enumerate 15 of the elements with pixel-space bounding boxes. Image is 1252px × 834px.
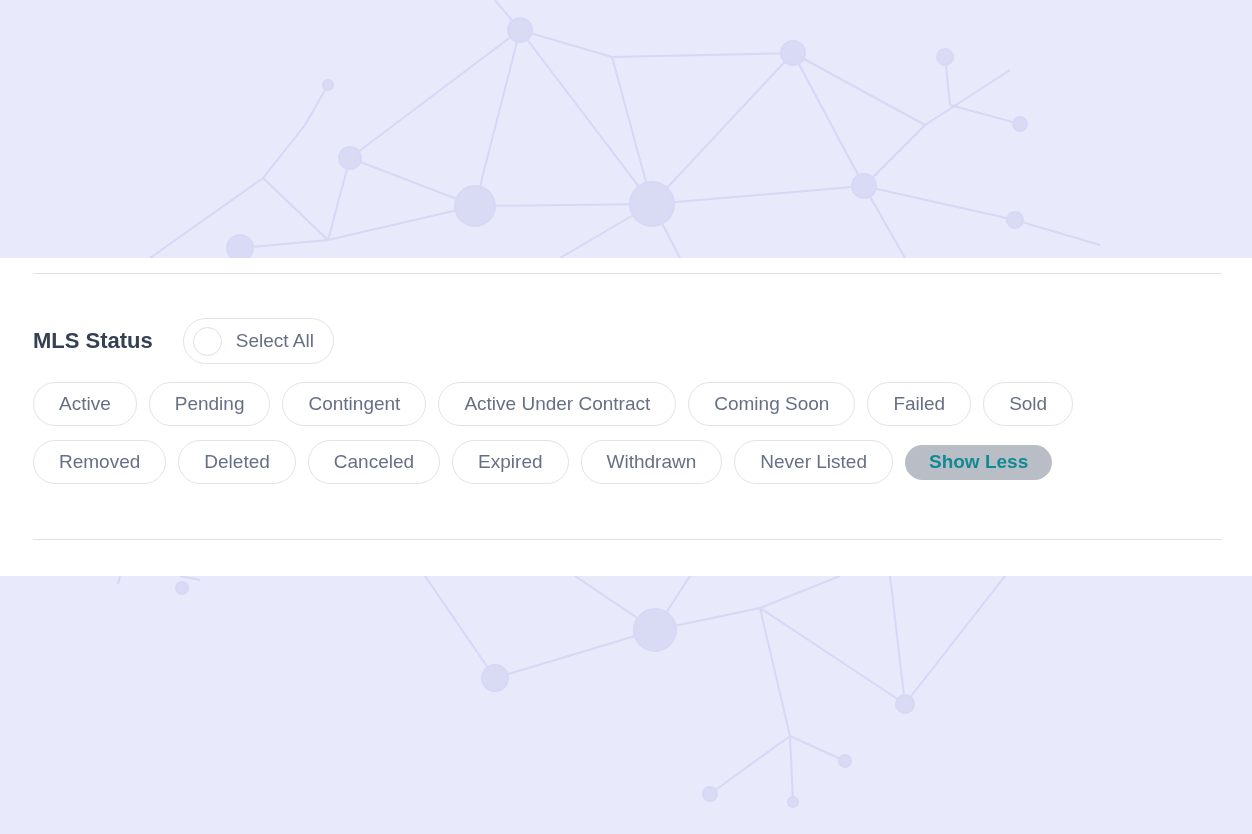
status-chip[interactable]: Failed — [867, 382, 972, 426]
status-chip[interactable]: Removed — [33, 440, 167, 484]
status-chip[interactable]: Deleted — [178, 440, 296, 484]
status-chip[interactable]: Active — [33, 382, 137, 426]
status-chip[interactable]: Withdrawn — [580, 440, 723, 484]
status-chip[interactable]: Contingent — [282, 382, 427, 426]
status-chip[interactable]: Coming Soon — [688, 382, 856, 426]
status-chip[interactable]: Pending — [148, 382, 271, 426]
status-chip[interactable]: Canceled — [307, 440, 441, 484]
section-title: MLS Status — [33, 328, 153, 354]
status-chip[interactable]: Sold — [983, 382, 1074, 426]
status-chip[interactable]: Expired — [452, 440, 569, 484]
status-chip[interactable]: Never Listed — [734, 440, 893, 484]
status-chip[interactable]: Active Under Contract — [438, 382, 677, 426]
select-all-toggle[interactable]: Select All — [182, 318, 334, 364]
